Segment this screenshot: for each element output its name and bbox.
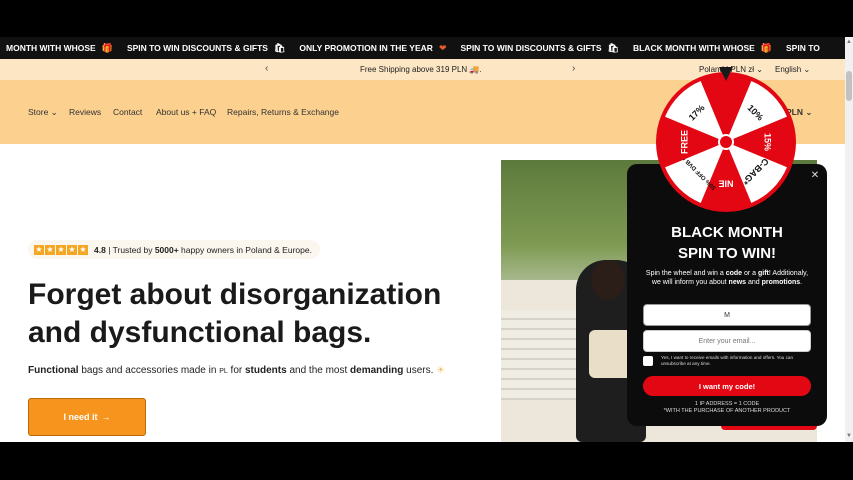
gift-icon: 🎁 [760,42,773,53]
wheel-pointer-icon [719,67,733,81]
consent-checkbox[interactable] [643,356,653,366]
close-icon[interactable]: ✕ [809,170,821,182]
ticker-item: SPIN TO WIN DISCOUNTS & GIFTS 🛍 [460,42,619,54]
star-icon: ★ [45,244,55,255]
page-scrollbar[interactable]: ▲ ▼ [845,37,853,442]
prize-wheel-graphic: 10%15%C-BAG*NIE50% OFF DVB ONFREE17% [656,72,796,212]
announcement-prev-button[interactable]: ‹ [265,63,268,74]
nav-repairs-returns[interactable]: Repairs, Returns & Exchange [227,107,339,117]
consent-text: Yes, I want to receive emails with infor… [661,355,794,366]
trust-badge: ★ ★ ★ ★ ★ 4.8 | Trusted by 5000+ happy o… [28,240,320,259]
trust-text: 4.8 | Trusted by 5000+ happy owners in P… [94,244,312,255]
ticker-item: MONTH WITH WHOSE 🎁 [6,42,113,54]
star-icon: ★ [67,244,77,255]
rating-stars: ★ ★ ★ ★ ★ [34,244,88,255]
ticker-item: ONLY PROMOTION IN THE YEAR ❤ [299,42,447,54]
scrollbar-thumb[interactable] [846,71,852,101]
arrow-right-icon: → [101,412,111,422]
shipping-message: Free Shipping above 319 PLN 🚚. [360,65,482,74]
sun-icon: ☀ [436,365,446,376]
chevron-down-icon: ⌄ [803,65,811,74]
letterbox-top [0,0,853,37]
popup-title: BLACK MONTH SPIN TO WIN! [671,224,783,262]
hero-subtitle: Functional bags and accessories made in … [28,365,446,376]
popup-description: Spin the wheel and win a code or a gift!… [645,270,809,286]
hero-headline: Forget about disorganization and dysfunct… [28,278,442,349]
ticker-item: SPIN TO WIN DISCOUNTS & GIFTS 🛍 [126,42,286,54]
scroll-down-icon[interactable]: ▼ [846,433,852,439]
star-icon: ★ [56,244,66,255]
email-input[interactable]: Enter your email... [643,330,811,352]
announcement-next-button[interactable]: › [572,63,575,74]
wheel-segment-label: 15% [763,133,773,151]
nav-contact[interactable]: Contact [113,107,142,117]
nav-reviews[interactable]: Reviews [69,107,101,117]
wheel-segment-label: NIE [718,179,733,189]
letterbox-bottom [0,442,853,480]
promo-ticker: MONTH WITH WHOSE 🎁 SPIN TO WIN DISCOUNTS … [0,37,845,59]
gift-icon: 🎁 [101,42,113,53]
scroll-up-icon[interactable]: ▲ [846,39,852,45]
shopping-bag-icon: 🛍 [607,42,619,53]
ticker-item: SPIN TO [786,43,820,53]
wheel-hub [718,134,734,150]
heart-icon: ❤ [438,42,447,53]
i-need-it-button[interactable]: I need it → [28,398,146,436]
name-input[interactable]: M [643,304,811,326]
star-icon: ★ [78,244,88,255]
nav-about-faq[interactable]: About us + FAQ [156,107,216,117]
browser-viewport: MONTH WITH WHOSE 🎁 SPIN TO WIN DISCOUNTS … [0,37,853,442]
get-code-button[interactable]: I want my code! [643,376,811,396]
prize-wheel[interactable]: 10% 15% C-BAG* NIE 50% OFF DVB ON FREE 17% [655,67,797,213]
shopping-bag-icon: 🛍 [273,42,286,53]
star-icon: ★ [34,244,44,255]
nav-store[interactable]: Store ⌄ [28,107,58,118]
ticker-item: BLACK MONTH WITH WHOSE 🎁 [632,42,773,54]
wheel-segment-label: FREE [679,130,689,154]
popup-footnote: 1 IP ADDRESS = 1 CODE *WITH THE PURCHASE … [663,401,791,414]
